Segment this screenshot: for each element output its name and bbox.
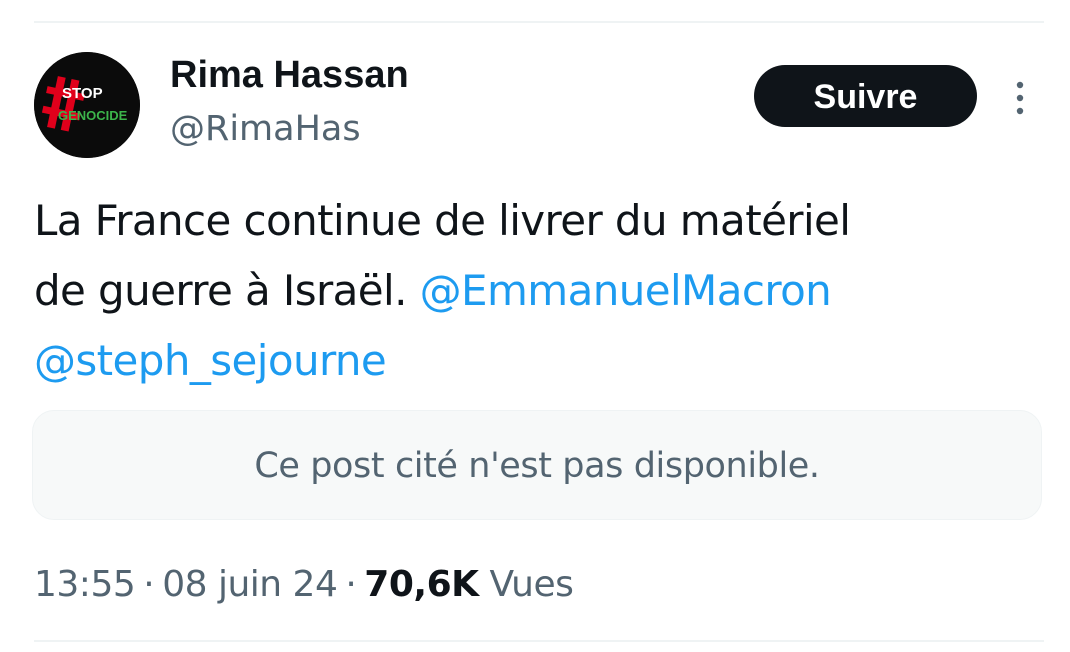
avatar-text-genocide: GENOCIDE bbox=[58, 108, 128, 123]
follow-button[interactable]: Suivre bbox=[754, 65, 977, 127]
quoted-post-unavailable: Ce post cité n'est pas disponible. bbox=[32, 410, 1042, 520]
stop-genocide-logo: STOP GENOCIDE bbox=[34, 52, 140, 158]
tweet-line-2: de guerre à Israël. @EmmanuelMacron bbox=[34, 256, 1044, 326]
mention-emmanuel-macron[interactable]: @EmmanuelMacron bbox=[420, 266, 832, 315]
tweet-page: STOP GENOCIDE Rima Hassan @RimaHas Suivr… bbox=[0, 0, 1070, 652]
mention-steph-sejourne[interactable]: @steph_sejourne bbox=[34, 336, 387, 385]
views-label: Vues bbox=[489, 564, 574, 605]
tweet-line-2-text: de guerre à Israël. bbox=[34, 266, 420, 315]
avatar[interactable]: STOP GENOCIDE bbox=[34, 52, 140, 158]
tweet-line-3: @steph_sejourne bbox=[34, 326, 1044, 396]
tweet-time[interactable]: 13:55 bbox=[34, 564, 136, 605]
meta-separator: · bbox=[143, 564, 155, 605]
tweet-line-1: La France continue de livrer du matériel bbox=[34, 196, 851, 245]
tweet-date[interactable]: 08 juin 24 bbox=[162, 564, 338, 605]
views-count[interactable]: 70,6K bbox=[364, 564, 479, 605]
top-divider bbox=[34, 21, 1044, 23]
quoted-post-message: Ce post cité n'est pas disponible. bbox=[254, 446, 820, 486]
user-handle[interactable]: @RimaHas bbox=[170, 106, 361, 152]
more-vertical-icon[interactable] bbox=[1008, 78, 1032, 118]
display-name[interactable]: Rima Hassan bbox=[170, 52, 409, 98]
tweet-text: La France continue de livrer du matériel… bbox=[34, 186, 1044, 396]
bottom-divider bbox=[34, 640, 1044, 642]
meta-separator: · bbox=[345, 564, 357, 605]
tweet-meta: 13:55 · 08 juin 24 · 70,6K Vues bbox=[34, 560, 574, 610]
avatar-text-stop: STOP bbox=[62, 85, 103, 102]
